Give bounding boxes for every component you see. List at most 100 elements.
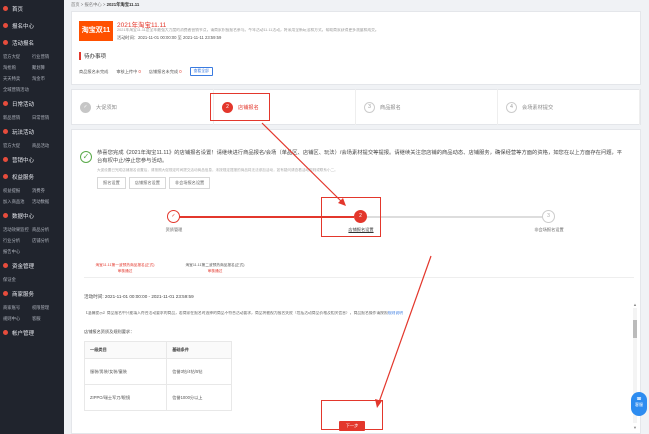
notice-title: 恭喜您完成《2021年淘宝11.11》的店铺报名设置！请继续进行商品报名/会场（… (97, 150, 623, 164)
sidebar-item[interactable]: 权限管理 (32, 302, 61, 313)
activity-logo: 淘宝双11 (79, 21, 113, 41)
progress-label-1: 资质管理 (165, 227, 183, 232)
sidebar-group-label: 首页 (12, 6, 24, 13)
sidebar-group[interactable]: 资金管理 (0, 257, 64, 274)
sidebar-item[interactable]: 日常营销 (32, 112, 61, 123)
activity-card: 淘宝双11 2021年淘宝11.11 2021年淘宝11.11是全年最强大力度的… (71, 11, 641, 85)
step-product-signup[interactable]: 3 商品报名 (356, 89, 498, 125)
sidebar-group[interactable]: 报名中心 (0, 17, 64, 34)
rules-link[interactable]: 规则说明 (388, 311, 403, 315)
sidebar-item[interactable]: 商品分析 (32, 224, 61, 235)
table-header-row: 一级类目 基础条件 (83, 341, 232, 359)
sidebar-item[interactable]: 官方大促 (3, 51, 32, 62)
sidebar-group-label: 营销中心 (12, 157, 35, 164)
step-venue-material[interactable]: 4 会场素材提交 (498, 89, 640, 125)
non-venue-settings-button[interactable]: 非会场报名设置 (168, 177, 211, 189)
sidebar-items: 新品营销 日常营销 (0, 112, 64, 123)
todo-row: 商品报名未完成 审核上传中 0 店铺报名未完成 0 查看全部 (79, 67, 213, 76)
sidebar-group-label: 全域营销活动 (3, 86, 29, 92)
sidebar-group[interactable]: 全域营销活动 (0, 84, 64, 95)
step-label: 大促须知 (96, 104, 117, 111)
highlight-box-progress (321, 197, 381, 237)
step-notice[interactable]: ✓ 大促须知 (72, 89, 214, 125)
sidebar-item[interactable]: 天天特卖 (3, 73, 32, 84)
sidebar-item[interactable]: 商品活动 (32, 140, 61, 151)
menu-dot-icon (3, 174, 8, 179)
sidebar-group[interactable]: 商家服务 (0, 285, 64, 302)
signup-tabs: 淘宝11.11第一波预热商品报名(正式) 审核通过 淘宝11.11第二波预热商品… (84, 260, 256, 278)
col-condition: 基础条件 (166, 341, 232, 359)
sidebar-group[interactable]: 权益服务 (0, 168, 64, 185)
sidebar-item[interactable]: 商家账号 (3, 302, 32, 313)
sidebar-item[interactable]: 活动数据 (32, 196, 61, 207)
tab-first-wave[interactable]: 淘宝11.11第一波预热商品报名(正式) 审核通过 (84, 260, 166, 278)
sidebar-item[interactable]: 行业营销 (32, 51, 61, 62)
sidebar-item[interactable]: 官方大促 (3, 140, 32, 151)
sidebar-group[interactable]: 首页 (0, 0, 64, 17)
content-card: ✓ 恭喜您完成《2021年淘宝11.11》的店铺报名设置！请继续进行商品报名/会… (71, 129, 641, 434)
warm-tip: 【温馨提示】商品报名中只能填入符合活动要求的商品，若商家在报名时选择的商品不符合… (84, 311, 624, 316)
sidebar-items: 官方大促 商品活动 (0, 140, 64, 151)
step-label: 会场素材提交 (522, 104, 554, 111)
sidebar-item[interactable]: 活动效果监控 (3, 224, 32, 235)
breadcrumb-path[interactable]: 首页 > 报名中心 > (71, 2, 107, 7)
tab-status: 审核通过 (207, 269, 223, 273)
sidebar-group[interactable]: 日常活动 (0, 95, 64, 112)
scroll-thumb[interactable] (633, 320, 637, 338)
sidebar-item[interactable]: 保证金 (3, 274, 32, 285)
sidebar-group-label: 资金管理 (12, 263, 35, 270)
todo-item-3: 店铺报名未完成 0 (148, 68, 182, 74)
sidebar-item[interactable]: 规则中心 (3, 313, 32, 324)
scroll-up-icon[interactable]: ▲ (633, 302, 637, 307)
menu-dot-icon (3, 6, 8, 11)
float-btn-label: 客服 (635, 402, 643, 407)
sidebar-group-label: 商家服务 (12, 291, 35, 298)
sidebar-items: 活动效果监控 商品分析 行业分析 店铺分析 报告中心 (0, 224, 64, 257)
rules-head: 店铺报名资质及规则要求： (84, 329, 135, 334)
sidebar-group-label: 活动报名 (12, 40, 35, 47)
sidebar-group[interactable]: 营销中心 (0, 151, 64, 168)
progress-node-3[interactable]: 3 (542, 210, 555, 223)
tab-status: 审核通过 (117, 269, 133, 273)
signup-settings-button[interactable]: 报名设置 (97, 177, 126, 189)
sidebar-group[interactable]: 活动报名 (0, 34, 64, 51)
progress-line-todo (367, 216, 542, 218)
tab-second-wave[interactable]: 淘宝11.11第二波预热商品报名(正式) 审核通过 (174, 260, 256, 278)
next-step-button[interactable]: 下一步 (339, 421, 365, 431)
menu-dot-icon (3, 157, 8, 162)
sidebar-item[interactable]: 聚划算 (32, 62, 61, 73)
divider (84, 277, 634, 278)
sidebar-item[interactable]: 淘金币 (32, 73, 61, 84)
tip-text: 【温馨提示】商品报名中只能填入符合活动要求的商品，若商家在报名时选择的商品不符合… (84, 311, 388, 315)
sidebar-item[interactable]: 客服 (32, 313, 61, 324)
highlight-box-step (210, 93, 270, 121)
activity-desc: 2021年淘宝11.11是全年最强大力度的消费者营销节点，请商家积极报名参与。今… (117, 28, 379, 32)
sidebar-item[interactable]: 加入商品池 (3, 196, 32, 207)
sidebar-item[interactable]: 消费券 (32, 185, 61, 196)
sidebar-item[interactable]: 淘抢购 (3, 62, 32, 73)
activity-period-line: 活动时间: 2021-11-01 00:00:00 - 2021-11-01 2… (84, 294, 194, 299)
sidebar-group[interactable]: 玩法活动 (0, 123, 64, 140)
scroll-down-icon[interactable]: ▼ (633, 425, 637, 430)
sidebar-item[interactable]: 报告中心 (3, 246, 32, 257)
sidebar-item[interactable]: 店铺分析 (32, 235, 61, 246)
sidebar-group-label: 玩法活动 (12, 129, 35, 136)
sidebar-item[interactable]: 行业分析 (3, 235, 32, 246)
check-icon: ✓ (80, 101, 91, 113)
customer-service-float-button[interactable]: ☎ 客服 (631, 392, 647, 416)
step-label: 商品报名 (380, 104, 401, 111)
cell-condition: 信誉3钻/4钻/5钻 (166, 358, 232, 385)
progress-node-1[interactable]: ✓ (167, 210, 180, 223)
cell-category: 服装/男装/女装/童装 (83, 358, 168, 385)
success-check-icon: ✓ (80, 151, 92, 163)
rules-table: 一级类目 基础条件 服装/男装/女装/童装 信誉3钻/4钻/5钻 ZIPPO/瑞… (83, 341, 232, 411)
sidebar-item[interactable]: 新品营销 (3, 112, 32, 123)
sidebar-group[interactable]: 数据中心 (0, 207, 64, 224)
sidebar-group[interactable]: 帐户管理 (0, 324, 64, 341)
col-category: 一级类目 (83, 341, 168, 359)
todo-view-all-button[interactable]: 查看全部 (189, 67, 213, 76)
step-number-icon: 4 (506, 101, 517, 113)
sidebar-item[interactable]: 权益提报 (3, 185, 32, 196)
menu-dot-icon (3, 263, 8, 268)
shop-signup-settings-button[interactable]: 店铺报名设置 (128, 177, 166, 189)
